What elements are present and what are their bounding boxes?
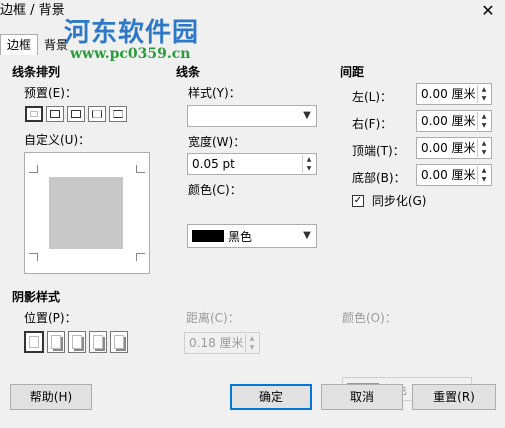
- spacing-left-spinner[interactable]: ▲ ▼: [477, 85, 490, 103]
- reset-button[interactable]: 重置(R): [412, 384, 496, 410]
- line-color-value: 黑色: [228, 230, 253, 244]
- sync-option[interactable]: ✓ 同步化(G): [352, 192, 427, 209]
- spacing-heading: 间距: [340, 65, 365, 79]
- preset-label: 预置(E)：: [24, 86, 77, 100]
- spacing-right-spinner[interactable]: ▲ ▼: [477, 112, 490, 130]
- window-title: 边框 / 背景: [0, 3, 65, 18]
- spacing-bottom-spinner[interactable]: ▲ ▼: [477, 166, 490, 184]
- line-width-spinner[interactable]: ▲ ▼: [302, 155, 315, 173]
- shadow-heading: 阴影样式: [12, 290, 61, 304]
- line-style-label: 样式(Y)：: [188, 86, 241, 100]
- shadow-position-group: [24, 331, 128, 353]
- preset-box-inner-button[interactable]: [67, 106, 85, 122]
- tab-background[interactable]: 背景: [38, 35, 74, 55]
- spacing-bottom-value: 0.00 厘米: [421, 168, 476, 182]
- border-preview[interactable]: [24, 152, 150, 274]
- spacing-top-label: 顶端(T)：: [352, 144, 405, 158]
- spacing-top-input[interactable]: 0.00 厘米 ▲ ▼: [416, 137, 492, 159]
- preset-left-right-button[interactable]: [88, 106, 106, 122]
- cancel-button[interactable]: 取消: [321, 384, 403, 410]
- line-color-label: 颜色(C)：: [188, 183, 242, 197]
- preset-group: [25, 106, 127, 122]
- line-width-input[interactable]: 0.05 pt ▲ ▼: [187, 153, 317, 175]
- custom-label: 自定义(U)：: [24, 133, 91, 147]
- spacing-right-label: 右(F)：: [352, 117, 393, 131]
- line-color-select[interactable]: 黑色 ▼: [187, 224, 317, 248]
- chevron-down-icon: ▼: [303, 230, 311, 241]
- shadow-bottom-right-button[interactable]: [47, 331, 65, 353]
- shadow-top-right-button[interactable]: [68, 331, 86, 353]
- line-width-value: 0.05 pt: [192, 157, 235, 171]
- line-color-swatch: [192, 230, 224, 242]
- preset-none-button[interactable]: [25, 106, 43, 122]
- spacing-left-label: 左(L)：: [352, 90, 393, 104]
- chevron-down-icon: ▼: [303, 110, 311, 121]
- tab-border[interactable]: 边框: [0, 34, 39, 55]
- spacing-bottom-input[interactable]: 0.00 厘米 ▲ ▼: [416, 164, 492, 186]
- preset-box-button[interactable]: [46, 106, 64, 122]
- shadow-distance-value: 0.18 厘米: [189, 336, 244, 350]
- spacing-right-input[interactable]: 0.00 厘米 ▲ ▼: [416, 110, 492, 132]
- shadow-none-button[interactable]: [24, 331, 44, 353]
- watermark-logo: 河东软件园: [64, 18, 200, 48]
- preview-content-box: [49, 177, 123, 249]
- sync-checkbox[interactable]: ✓: [352, 194, 364, 207]
- spacing-left-input[interactable]: 0.00 厘米 ▲ ▼: [416, 83, 492, 105]
- shadow-bottom-left-button[interactable]: [89, 331, 107, 353]
- watermark-url: www.pc0359.cn: [70, 46, 191, 62]
- spacing-right-value: 0.00 厘米: [421, 114, 476, 128]
- line-style-select[interactable]: ▼: [187, 105, 317, 127]
- spacing-top-value: 0.00 厘米: [421, 141, 476, 155]
- shadow-distance-spinner[interactable]: ▲ ▼: [245, 334, 258, 352]
- shadow-top-left-button[interactable]: [110, 331, 128, 353]
- tab-bar: 边框 背景: [0, 34, 74, 55]
- line-width-label: 宽度(W)：: [188, 135, 246, 149]
- shadow-distance-input[interactable]: 0.18 厘米 ▲ ▼: [184, 332, 260, 354]
- shadow-distance-label: 距离(C)：: [186, 311, 240, 325]
- shadow-color-label: 颜色(O)：: [342, 311, 397, 325]
- ok-button[interactable]: 确定: [230, 384, 312, 410]
- spacing-left-value: 0.00 厘米: [421, 87, 476, 101]
- spacing-top-spinner[interactable]: ▲ ▼: [477, 139, 490, 157]
- shadow-position-label: 位置(P)：: [24, 311, 77, 325]
- line-heading: 线条: [176, 65, 201, 79]
- line-arrangement-heading: 线条排列: [12, 65, 61, 79]
- sync-label: 同步化(G): [371, 194, 427, 208]
- preset-top-bottom-button[interactable]: [109, 106, 127, 122]
- close-icon[interactable]: ✕: [477, 0, 499, 22]
- spacing-bottom-label: 底部(B)：: [352, 171, 406, 185]
- help-button[interactable]: 帮助(H): [10, 384, 92, 410]
